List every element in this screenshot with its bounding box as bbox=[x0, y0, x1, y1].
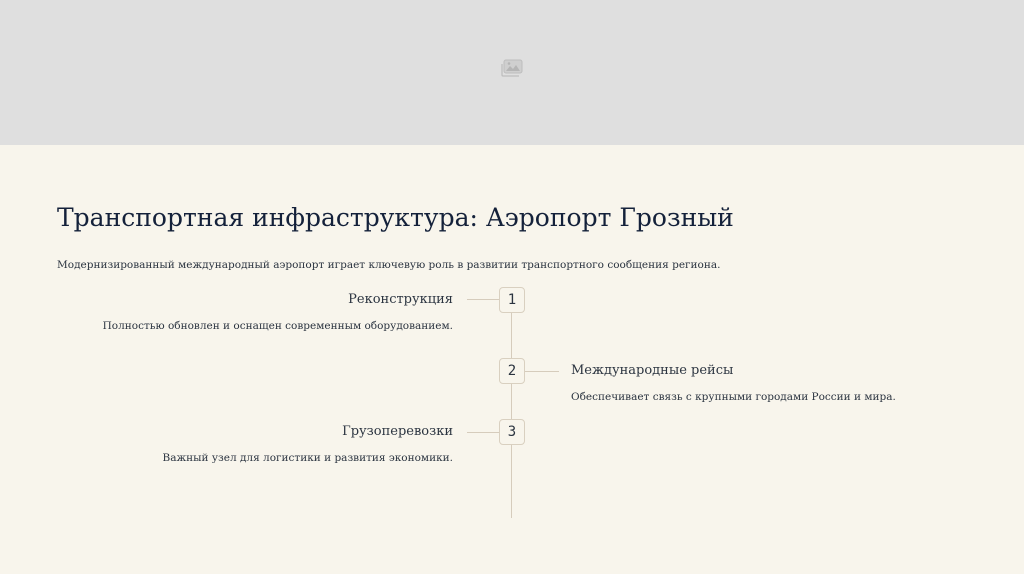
timeline-connector-1 bbox=[467, 299, 499, 300]
hero-image-placeholder bbox=[0, 0, 1024, 145]
timeline-line bbox=[511, 300, 512, 518]
timeline-step-heading-3: Грузоперевозки bbox=[342, 424, 453, 439]
image-icon bbox=[501, 59, 523, 77]
timeline-step-heading-2: Международные рейсы bbox=[571, 363, 734, 378]
timeline-step-description-2: Обеспечивает связь с крупными городами Р… bbox=[571, 391, 896, 403]
page-subtitle: Модернизированный международный аэропорт… bbox=[57, 259, 721, 271]
timeline-step-description-3: Важный узел для логистики и развития эко… bbox=[162, 452, 454, 464]
timeline-step-description-1: Полностью обновлен и оснащен современным… bbox=[102, 320, 453, 332]
timeline-connector-3 bbox=[467, 432, 499, 433]
timeline-step-number-2: 2 bbox=[499, 358, 525, 384]
timeline-connector-2 bbox=[525, 371, 559, 372]
timeline-step-number-3: 3 bbox=[499, 419, 525, 445]
timeline-step-number-1: 1 bbox=[499, 287, 525, 313]
timeline-step-heading-1: Реконструкция bbox=[348, 292, 453, 307]
page-title: Транспортная инфраструктура: Аэропорт Гр… bbox=[57, 203, 734, 232]
